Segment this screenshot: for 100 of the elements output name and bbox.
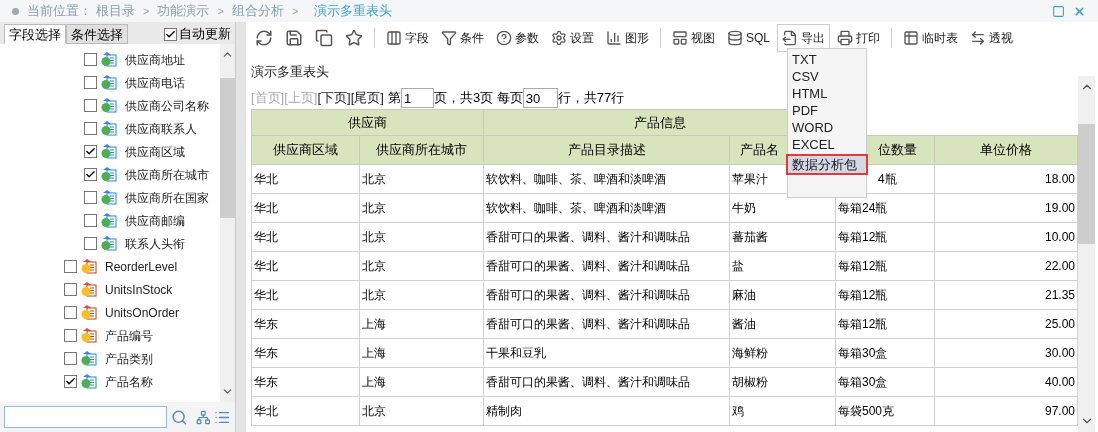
field-icon [81,328,97,343]
maximize-icon[interactable] [1052,4,1065,18]
checkbox-label[interactable]: 自动更新 [179,24,231,44]
table-cell: 上海 [359,309,484,339]
search-icon[interactable] [171,408,188,426]
checkbox[interactable] [64,260,77,273]
field-icon [101,121,117,136]
toolbar-button[interactable]: 图形 [601,24,654,52]
toolbar-button[interactable]: SQL [722,24,775,52]
table-cell: 香甜可口的果酱、调料、酱汁和调味品 [483,367,730,397]
table-cell: 40.00 [934,367,1078,397]
field-label[interactable]: 产品编号 [105,326,153,345]
close-icon[interactable] [1073,4,1086,18]
table-cell: 北京 [359,222,484,252]
pager-link[interactable]: [尾页] [350,88,384,108]
report-title: 演示多重表头 [251,63,329,81]
checkbox[interactable] [84,53,97,66]
copy-icon [315,29,333,47]
breadcrumb-label: 当前位置： [27,2,92,21]
checkbox[interactable] [84,168,97,181]
table-cell: 盐 [729,251,836,281]
checkbox[interactable] [84,122,97,135]
checkbox[interactable] [64,283,77,296]
menu-item[interactable]: CSV [788,68,866,85]
table-cell: 香甜可口的果酱、调料、酱汁和调味品 [483,309,730,339]
page-size-field[interactable]: 30 [522,88,558,108]
toolbar-button[interactable]: 透视 [965,24,1018,52]
table-icon [903,30,919,46]
column-header[interactable]: 供应商所在城市 [359,135,484,165]
table-cell: 华北 [251,280,360,310]
field-icon [81,305,97,320]
hierarchy-icon[interactable] [195,409,211,425]
scrollbar[interactable] [220,44,235,402]
table-cell: 华北 [251,193,360,223]
field-label[interactable]: ReorderLevel [105,257,178,276]
checkbox[interactable] [164,27,177,41]
checkbox[interactable] [64,375,77,388]
field-label[interactable]: 供应商所在国家 [125,188,209,207]
table-cell: 21.35 [934,280,1078,310]
field-icon [101,167,117,182]
page-info: 页，共3页 每页 [433,89,523,108]
field-label[interactable]: 供应商所在城市 [125,165,209,184]
toolbar-button[interactable]: 临时表 [898,24,963,52]
table-cell: 华东 [251,367,360,397]
filter-icon [441,30,457,46]
checkbox[interactable] [64,352,77,365]
tab[interactable]: 条件选择 [66,24,128,44]
field-label[interactable]: 供应商电话 [125,73,185,92]
field-icon [101,144,117,159]
checkbox[interactable] [84,99,97,112]
table-cell: 每箱12瓶 [835,280,935,310]
toolbar-button[interactable]: 打印 [832,24,885,52]
pager-link[interactable]: [下页] [317,88,351,108]
toolbar-button[interactable]: 条件 [436,24,489,52]
field-label[interactable]: 供应商地址 [125,50,185,69]
export-icon [782,30,798,46]
menu-item[interactable]: TXT [788,51,866,68]
field-icon [101,52,117,67]
table-cell: 华东 [251,309,360,339]
field-label[interactable]: 供应商区域 [125,142,185,161]
bar-chart-icon [606,30,622,46]
field-icon [101,213,117,228]
checkbox[interactable] [64,329,77,342]
menu-item[interactable]: HTML [788,85,866,102]
search-field[interactable] [4,406,168,428]
checkbox[interactable] [84,145,97,158]
tab[interactable]: 字段选择 [4,24,66,44]
checkbox[interactable] [84,76,97,89]
table-cell: 25.00 [934,309,1078,339]
toolbar-button[interactable]: 设置 [546,24,599,52]
checkbox[interactable] [64,306,77,319]
field-label[interactable]: 联系人头衔 [125,234,185,253]
checkbox[interactable] [84,214,97,227]
field-label[interactable]: UnitsOnOrder [105,303,180,322]
help-icon [496,30,512,46]
table-cell: 北京 [359,193,484,223]
layout-icon [672,30,688,46]
column-header[interactable]: 产品目录描述 [483,135,730,165]
field-label[interactable]: 供应商邮编 [125,211,185,230]
toolbar-button[interactable]: 参数 [491,24,544,52]
checkbox[interactable] [84,237,97,250]
menu-item[interactable]: 数据分析包 [788,156,866,173]
column-header[interactable]: 供应商区域 [251,135,360,165]
toolbar-button[interactable]: 视图 [667,24,720,52]
table-cell: 鸡 [729,396,836,426]
column-header[interactable]: 单位价格 [934,135,1078,165]
page-field[interactable]: 1 [400,88,434,108]
table-cell: 北京 [359,280,484,310]
table-cell: 华北 [251,164,360,194]
breadcrumb-separator: > [291,3,299,19]
field-label[interactable]: 产品名称 [105,372,153,391]
scrollbar[interactable] [1078,76,1095,432]
field-label[interactable]: UnitsInStock [105,280,173,299]
checkbox[interactable] [84,191,97,204]
field-label[interactable]: 供应商公司名称 [125,96,209,115]
field-label[interactable]: 供应商联系人 [125,119,197,138]
field-label[interactable]: 产品类别 [105,349,153,368]
columns-icon [386,30,402,46]
toolbar-button[interactable]: 字段 [381,24,434,52]
table-cell: 香甜可口的果酱、调料、酱汁和调味品 [483,251,730,281]
